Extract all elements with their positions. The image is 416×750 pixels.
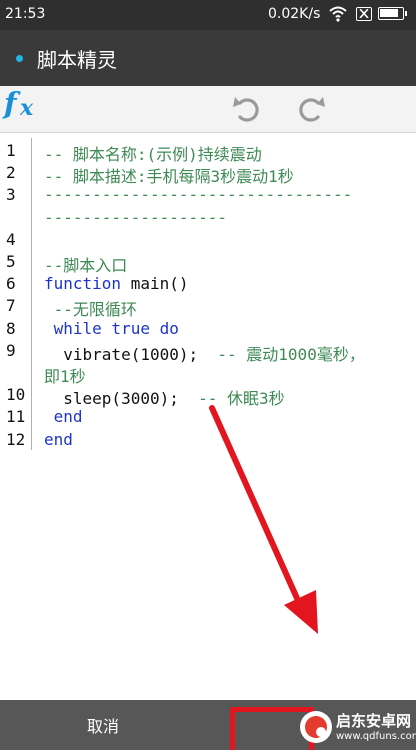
watermark-url: www.qdfuns.com — [336, 731, 416, 742]
code-token-keyword: function — [44, 274, 122, 294]
code-token-comment: -- 脚本名称:(示例)持续震动 — [44, 145, 262, 164]
code-line: ------------------- — [44, 208, 227, 227]
battery-icon — [378, 7, 407, 20]
code-token-comment: ------------------- — [44, 207, 228, 227]
line-number: 6 — [6, 274, 16, 294]
code-token-plain: vibrate(1000); — [44, 344, 218, 364]
sim-disabled-icon — [356, 7, 372, 21]
status-time: 21:53 — [5, 6, 46, 22]
code-token-comment: --无限循环 — [44, 300, 137, 320]
code-token-comment: -- 脚本描述:手机每隔3秒震动1秒 — [44, 167, 294, 187]
line-number: 2 — [6, 163, 16, 183]
code-line: vibrate(1000); -- 震动1000毫秒， — [44, 341, 365, 365]
code-token-comment: -------------------------------- — [44, 185, 353, 205]
line-number: 5 — [6, 252, 16, 271]
code-line: end — [44, 407, 83, 426]
line-number: 4 — [6, 229, 16, 249]
code-line: function main() — [44, 274, 189, 293]
code-line: -- 脚本描述:手机每隔3秒震动1秒 — [44, 163, 294, 187]
app-title: 脚本精灵 — [37, 48, 117, 72]
fx-f-glyph: f — [4, 86, 17, 120]
function-insert-button[interactable]: f x — [0, 86, 44, 124]
code-line: end — [44, 430, 73, 449]
code-line: --脚本入口 — [44, 252, 127, 276]
status-bar: 21:53 0.02K/s — [0, 0, 416, 30]
watermark-title: 启东安卓网 — [336, 712, 412, 730]
line-number: 11 — [6, 407, 26, 427]
code-token-comment: 即1秒 — [44, 367, 86, 386]
code-token-comment: --脚本入口 — [44, 256, 128, 275]
code-token-keyword: end — [44, 429, 73, 449]
gutter-divider — [31, 138, 32, 450]
code-token-plain: sleep(3000); — [44, 389, 199, 409]
code-line: 即1秒 — [44, 363, 86, 387]
code-line: -- 脚本名称:(示例)持续震动 — [44, 141, 262, 165]
fx-x-glyph: x — [20, 95, 34, 121]
battery-level — [380, 9, 398, 17]
line-number: 7 — [6, 296, 16, 316]
code-line: --无限循环 — [44, 296, 137, 320]
code-line: while true do — [44, 319, 179, 338]
line-number: 8 — [6, 318, 16, 338]
annotation-arrow — [209, 405, 318, 634]
code-token-keyword: end — [44, 407, 83, 427]
line-number: 1 — [6, 141, 16, 160]
line-number: 12 — [6, 429, 26, 449]
cancel-button[interactable]: 取消 — [0, 700, 206, 750]
app-bar: 脚本精灵 — [0, 30, 416, 86]
code-token-comment: -- 震动1000毫秒， — [217, 344, 365, 364]
editor-toolbar: f x — [0, 86, 416, 133]
code-line: -------------------------------- — [44, 185, 352, 204]
wifi-icon — [329, 6, 347, 22]
line-number: 9 — [6, 340, 16, 360]
app-indicator-dot — [16, 55, 23, 62]
code-token-keyword: while true do — [44, 318, 179, 338]
undo-icon[interactable] — [230, 92, 264, 126]
line-number: 10 — [6, 385, 26, 405]
redo-icon[interactable] — [294, 92, 328, 126]
watermark-logo — [300, 711, 332, 743]
network-speed: 0.02K/s — [268, 6, 321, 22]
site-watermark: 启东安卓网 www.qdfuns.com — [300, 707, 416, 749]
code-token-plain: main() — [121, 274, 189, 294]
line-number: 3 — [6, 185, 16, 205]
